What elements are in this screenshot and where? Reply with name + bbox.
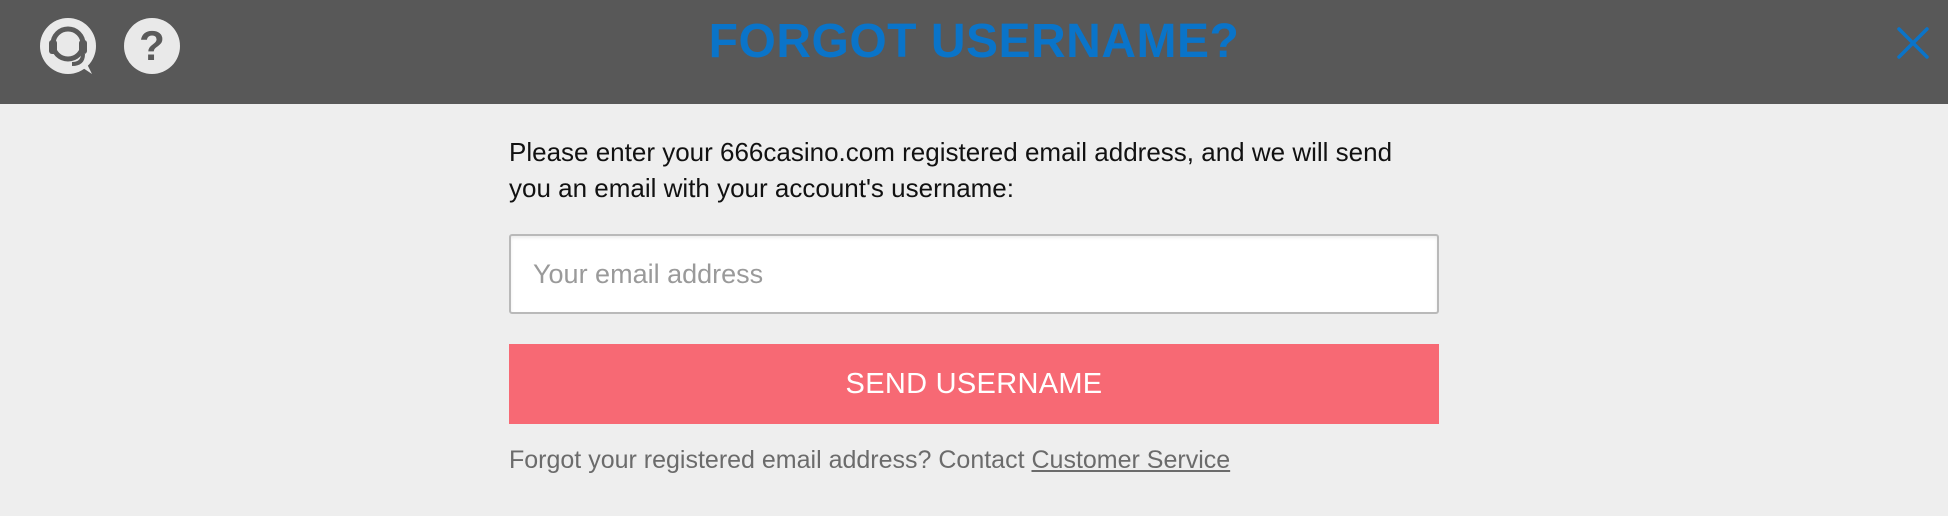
send-username-button[interactable]: SEND USERNAME bbox=[509, 344, 1439, 424]
instructions-text: Please enter your 666casino.com register… bbox=[509, 137, 1393, 203]
modal-header: ? FORGOT USERNAME? bbox=[0, 0, 1948, 104]
email-field[interactable] bbox=[509, 234, 1439, 314]
close-icon bbox=[1897, 27, 1929, 59]
close-button[interactable] bbox=[1896, 26, 1930, 60]
page-title: FORGOT USERNAME? bbox=[708, 15, 1240, 68]
forgot-email-note: Forgot your registered email address? Co… bbox=[509, 446, 1439, 475]
customer-service-link[interactable]: Customer Service bbox=[1031, 446, 1230, 474]
forgot-username-form: Please enter your 666casino.com register… bbox=[509, 104, 1439, 475]
forgot-email-text: Forgot your registered email address? Co… bbox=[509, 446, 1032, 474]
